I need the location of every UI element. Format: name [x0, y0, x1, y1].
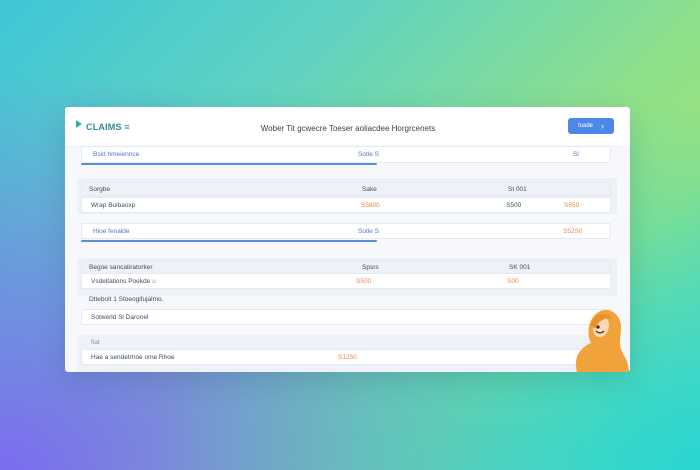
column-header: St 001 — [508, 186, 527, 193]
logo-mark-icon — [76, 120, 82, 128]
row-value: S500 — [506, 202, 522, 209]
table-row[interactable]: Hae a sendetrhoe ome Rhoe S1250 — [81, 349, 611, 365]
row-value: S5800 — [361, 202, 380, 209]
assistant-avatar[interactable] — [567, 307, 629, 372]
row-amount: S650 — [564, 202, 580, 209]
row-label: Hioe fenalde — [93, 228, 130, 235]
row-value: S500 — [356, 278, 372, 285]
page-title: Wober Tit gcwecre Toeser aoliacdee Horgr… — [260, 124, 436, 133]
row-value: Sotle S — [358, 151, 379, 158]
column-header: SK 001 — [509, 264, 531, 271]
title-bar: CLAIMS ≡ Wober Tit gcwecre Toeser aoliac… — [65, 107, 630, 145]
group-label: fiat — [91, 339, 100, 346]
app-logo[interactable]: CLAIMS ≡ — [76, 120, 130, 134]
primary-action-label: Ioade — [577, 123, 593, 129]
app-window: CLAIMS ≡ Wober Tit gcwecre Toeser aoliac… — [65, 107, 630, 372]
chevron-right-icon: › — [601, 120, 604, 131]
table-row[interactable]: Vsdeltations Poekde ⌂ S500 S00 — [81, 273, 611, 289]
row-value: Sotle S — [358, 228, 379, 235]
primary-action-button[interactable]: Ioade › — [568, 118, 614, 134]
row-label: Vsdeltations Poekde ⌂ — [91, 278, 156, 285]
group-label: Dttebolt 1 Stoeogifujalmo. — [89, 296, 164, 303]
column-header: Sake — [362, 186, 377, 193]
table-row[interactable]: Bsid hmeiennce Sotle S Sl — [81, 146, 611, 163]
table-row[interactable]: Hioe fenalde Sotle S S52S0 — [81, 223, 611, 239]
progress-bar — [81, 240, 377, 242]
progress-bar — [81, 163, 377, 165]
table-header-row: Sorgbe Sake St 001 — [81, 182, 611, 196]
avatar-eye — [596, 325, 600, 329]
column-header: Spsrs — [362, 264, 379, 271]
table-row[interactable]: Sotwerld Sl Daronel — [81, 309, 611, 325]
column-header: Begoe sancatiratorker — [89, 264, 153, 271]
row-amount: S52S0 — [563, 228, 583, 235]
row-label: Wrap Buibaoxp — [91, 202, 136, 209]
logo-text: CLAIMS ≡ — [86, 122, 130, 132]
row-label: Hae a sendetrhoe ome Rhoe — [91, 354, 175, 361]
row-amount: S00 — [507, 278, 519, 285]
row-label: Bsid hmeiennce — [93, 151, 140, 158]
table-header-row: Begoe sancatiratorker Spsrs SK 001 — [81, 260, 611, 274]
column-header: Sorgbe — [89, 186, 110, 193]
row-amount: S1250 — [338, 354, 357, 361]
row-amount: Sl — [573, 151, 579, 158]
table-row[interactable]: Wrap Buibaoxp S5800 S500 S650 — [81, 197, 611, 213]
row-label: Sotwerld Sl Daronel — [91, 314, 149, 321]
